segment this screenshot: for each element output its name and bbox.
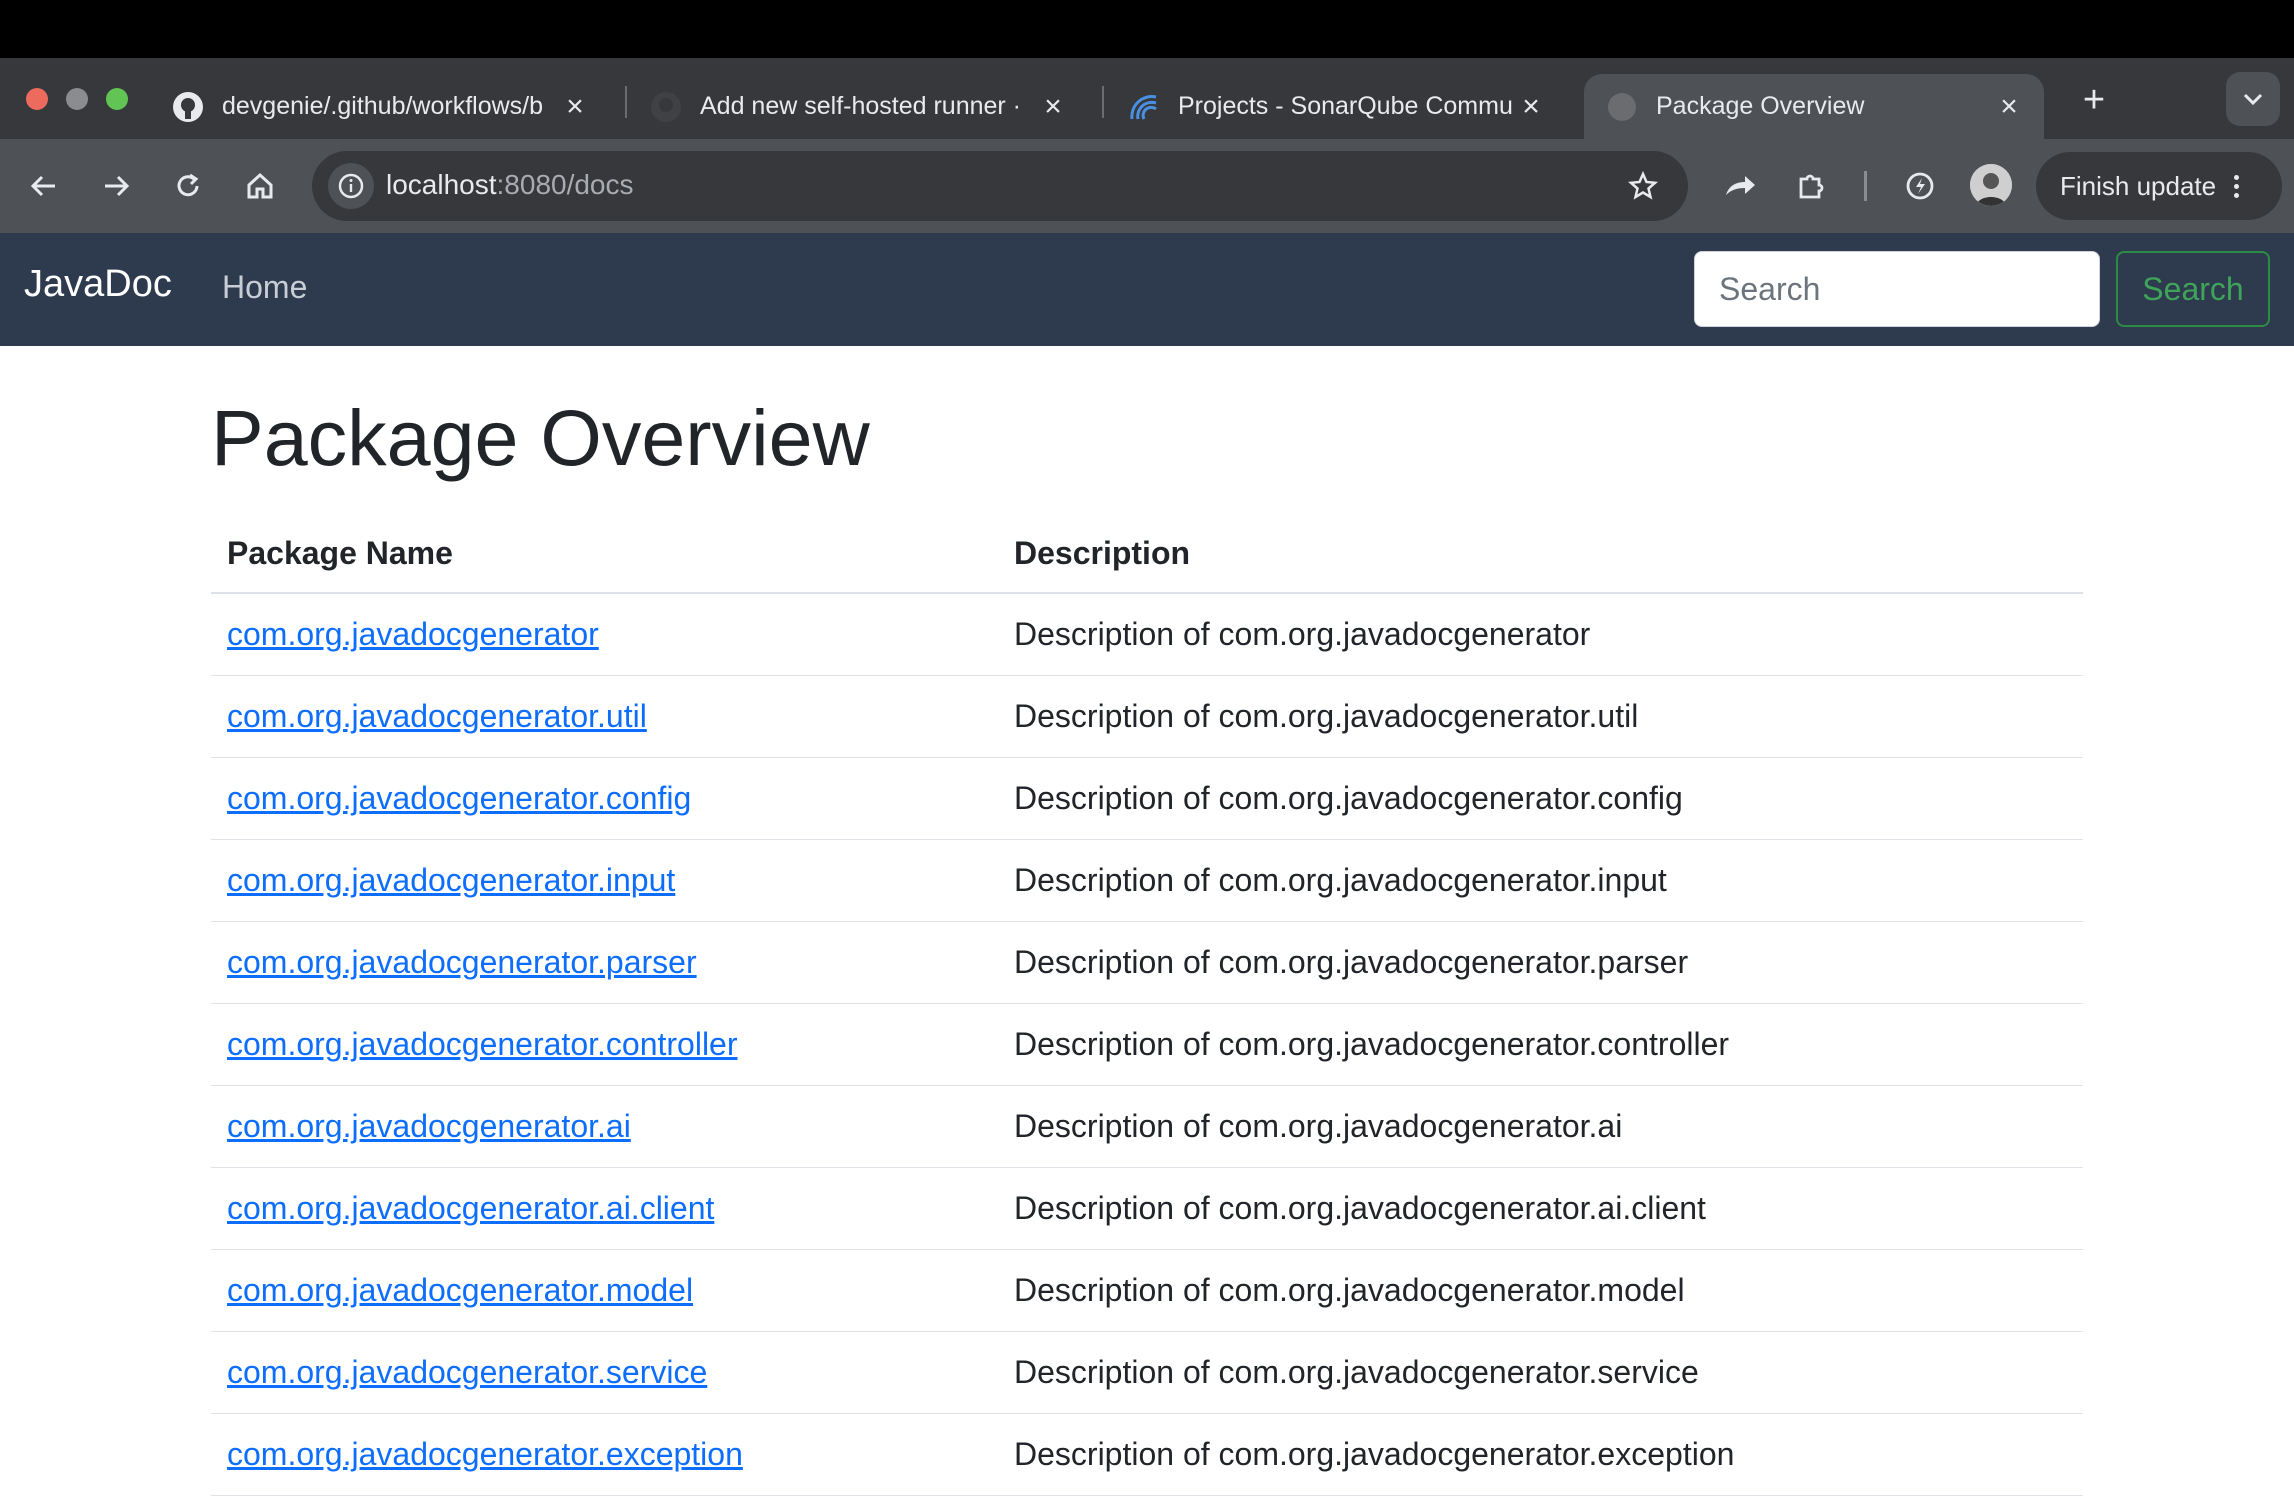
address-bar[interactable]: localhost:8080/docs (312, 151, 1688, 221)
table-row: com.org.javadocgenerator.model Descriptio… (211, 1249, 2083, 1332)
new-tab-icon[interactable]: + (2072, 78, 2116, 122)
package-description-cell: Description of com.org.javadocgenerator.… (998, 1003, 2083, 1086)
main-content: Package Overview Package Name Descriptio… (211, 392, 2083, 1496)
window-zoom-dot[interactable] (106, 88, 128, 110)
screen-top-bar (0, 0, 2294, 58)
package-link[interactable]: com.org.javadocgenerator.input (227, 862, 675, 898)
table-row: com.org.javadocgenerator.ai Description o… (211, 1085, 2083, 1168)
package-link[interactable]: com.org.javadocgenerator.config (227, 780, 691, 816)
package-name-cell: com.org.javadocgenerator.parser (211, 921, 998, 1004)
package-link[interactable]: com.org.javadocgenerator.model (227, 1272, 693, 1308)
home-icon[interactable] (234, 160, 286, 212)
table-row: com.org.javadocgenerator.parser Descripti… (211, 921, 2083, 1004)
site-info-icon[interactable] (328, 163, 374, 209)
page-title: Package Overview (211, 393, 870, 482)
more-menu-icon[interactable] (2234, 174, 2240, 198)
package-link[interactable]: com.org.javadocgenerator.util (227, 698, 647, 734)
toolbar-separator (1864, 171, 1867, 201)
package-name-cell: com.org.javadocgenerator.ai.client (211, 1167, 998, 1250)
package-name-cell: com.org.javadocgenerator.ai (211, 1085, 998, 1168)
window-close-dot[interactable] (26, 88, 48, 110)
table-row: com.org.javadocgenerator.util Description… (211, 675, 2083, 758)
package-name-cell: com.org.javadocgenerator.input (211, 839, 998, 922)
column-header-package-name: Package Name (211, 514, 998, 594)
close-tab-icon[interactable]: × (1516, 90, 1546, 124)
package-link[interactable]: com.org.javadocgenerator.controller (227, 1026, 738, 1062)
tab-title: Package Overview (1656, 92, 1865, 120)
package-description-cell: Description of com.org.javadocgenerator.… (998, 1085, 2083, 1168)
browser-tab-1[interactable]: devgenie/.github/workflows/b × (150, 74, 610, 139)
github-icon (650, 91, 682, 123)
package-link[interactable]: com.org.javadocgenerator.parser (227, 944, 697, 980)
table-row: com.org.javadocgenerator.controller Descr… (211, 1003, 2083, 1086)
package-name-cell: com.org.javadocgenerator (211, 593, 998, 676)
tab-separator (1102, 86, 1104, 118)
brand-logo-text[interactable]: JavaDoc (24, 263, 172, 306)
site-navbar: JavaDoc Home Search (0, 233, 2294, 346)
back-arrow-icon[interactable] (18, 160, 70, 212)
browser-tab-2[interactable]: Add new self-hosted runner · × (628, 74, 1088, 139)
package-description-cell: Description of com.org.javadocgenerator.… (998, 675, 2083, 758)
table-row: com.org.javadocgenerator.service Descript… (211, 1331, 2083, 1414)
table-row: com.org.javadocgenerator.input Descriptio… (211, 839, 2083, 922)
table-header-row: Package Name Description (211, 514, 2083, 594)
tab-search-chevron-icon[interactable] (2226, 72, 2280, 126)
nav-home-link[interactable]: Home (222, 269, 307, 306)
table-row: com.org.javadocgenerator Description of c… (211, 593, 2083, 676)
package-name-cell: com.org.javadocgenerator.exception (211, 1413, 998, 1496)
package-description-cell: Description of com.org.javadocgenerator.… (998, 1413, 2083, 1496)
sonarqube-icon (1128, 91, 1160, 123)
package-name-cell: com.org.javadocgenerator.controller (211, 1003, 998, 1086)
share-arrow-icon[interactable] (1714, 160, 1766, 212)
package-description-cell: Description of com.org.javadocgenerator.… (998, 839, 2083, 922)
performance-bolt-icon[interactable] (1894, 160, 1946, 212)
reload-icon[interactable] (162, 160, 214, 212)
table-row: com.org.javadocgenerator.config Descripti… (211, 757, 2083, 840)
tab-title: Projects - SonarQube Commu (1178, 92, 1513, 120)
forward-arrow-icon[interactable] (90, 160, 142, 212)
package-description-cell: Description of com.org.javadocgenerator.… (998, 921, 2083, 1004)
bookmark-star-icon[interactable] (1620, 163, 1666, 209)
window-minimize-dot[interactable] (66, 88, 88, 110)
search-input[interactable] (1694, 251, 2100, 327)
browser-tab-active[interactable]: Package Overview × (1584, 74, 2044, 139)
table-row: com.org.javadocgenerator.exception Descri… (211, 1413, 2083, 1496)
finish-update-button[interactable]: Finish update (2036, 152, 2282, 220)
tab-title: Add new self-hosted runner · (700, 92, 1022, 120)
package-name-cell: com.org.javadocgenerator.util (211, 675, 998, 758)
url-text[interactable]: localhost:8080/docs (386, 169, 634, 201)
package-table: Package Name Description com.org.javadoc… (211, 514, 2083, 1496)
close-tab-icon[interactable]: × (1994, 90, 2024, 124)
column-header-description: Description (998, 514, 2083, 594)
finish-update-label: Finish update (2060, 170, 2217, 201)
close-tab-icon[interactable]: × (560, 90, 590, 124)
profile-avatar[interactable] (1970, 164, 2012, 206)
url-path: :8080/docs (496, 169, 634, 200)
table-row: com.org.javadocgenerator.ai.client Descri… (211, 1167, 2083, 1250)
url-host: localhost (386, 169, 497, 200)
package-link[interactable]: com.org.javadocgenerator.exception (227, 1436, 743, 1472)
browser-tab-3[interactable]: Projects - SonarQube Commu × (1106, 74, 1566, 139)
close-tab-icon[interactable]: × (1038, 90, 1068, 124)
package-description-cell: Description of com.org.javadocgenerator.… (998, 1331, 2083, 1414)
globe-icon (1606, 91, 1638, 123)
package-description-cell: Description of com.org.javadocgenerator.… (998, 757, 2083, 840)
tab-title: devgenie/.github/workflows/b (222, 92, 544, 120)
package-name-cell: com.org.javadocgenerator.config (211, 757, 998, 840)
tab-separator (625, 86, 627, 118)
package-name-cell: com.org.javadocgenerator.service (211, 1331, 998, 1414)
package-link[interactable]: com.org.javadocgenerator.ai.client (227, 1190, 714, 1226)
package-description-cell: Description of com.org.javadocgenerator.… (998, 1167, 2083, 1250)
package-description-cell: Description of com.org.javadocgenerator (998, 593, 2083, 676)
package-name-cell: com.org.javadocgenerator.model (211, 1249, 998, 1332)
package-link[interactable]: com.org.javadocgenerator.ai (227, 1108, 631, 1144)
package-link[interactable]: com.org.javadocgenerator.service (227, 1354, 707, 1390)
package-link[interactable]: com.org.javadocgenerator (227, 616, 599, 652)
extensions-puzzle-icon[interactable] (1786, 160, 1838, 212)
package-description-cell: Description of com.org.javadocgenerator.… (998, 1249, 2083, 1332)
github-icon (172, 91, 204, 123)
search-button[interactable]: Search (2116, 251, 2270, 327)
